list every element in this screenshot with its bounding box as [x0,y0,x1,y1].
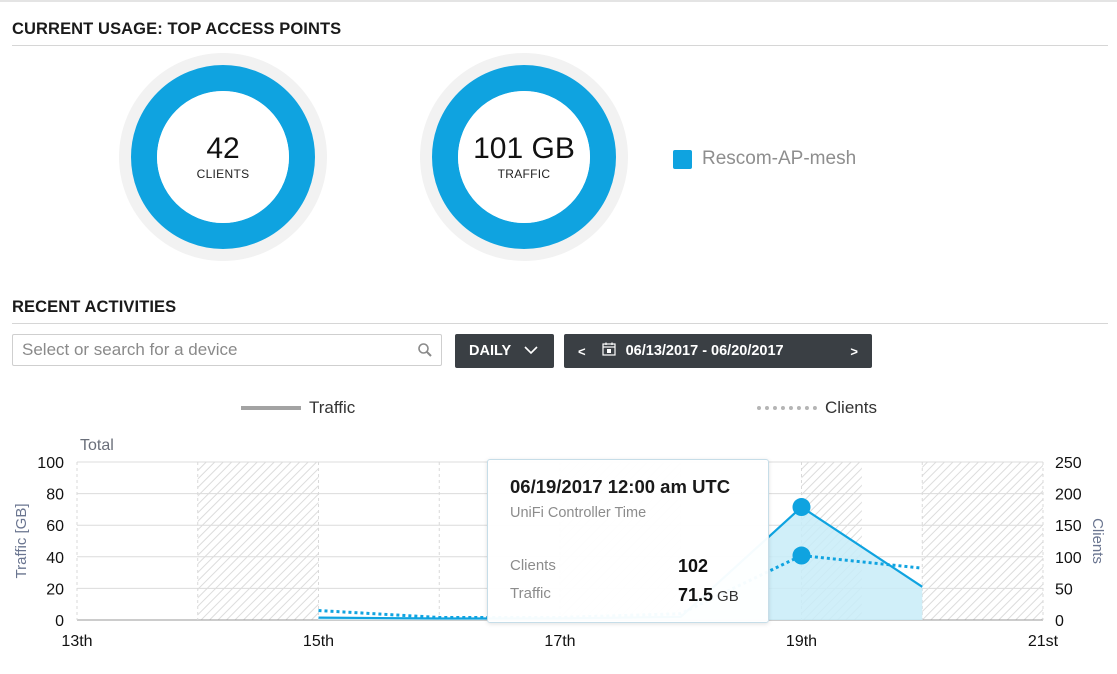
x-tick-label: 15th [303,633,334,650]
y-left-tick-label: 0 [55,613,64,630]
period-label: DAILY [469,343,512,359]
clients-label: CLIENTS [196,167,250,181]
device-search-box[interactable] [12,334,442,366]
y-right-tick-label: 150 [1055,518,1082,535]
period-dropdown[interactable]: DAILY [455,334,554,368]
x-tick-label: 19th [786,633,817,650]
clients-point [792,546,811,565]
top-divider [0,0,1117,2]
chart-title: Total [80,437,114,454]
tooltip-clients-value: 102 [678,556,709,576]
y-left-tick-label: 60 [46,518,64,535]
dotted-line-swatch [757,406,817,410]
chevron-down-icon [523,343,539,359]
traffic-label: TRAFFIC [497,167,551,181]
legend-clients[interactable]: Clients [757,398,877,418]
date-range-picker[interactable]: < 06/13/2017 - 06/20/2017 > [564,334,872,368]
traffic-amount: 101 GB [473,132,575,165]
clients-donut[interactable]: 42 CLIENTS [118,52,328,262]
y-right-tick-label: 200 [1055,487,1082,504]
current-usage-title: CURRENT USAGE: TOP ACCESS POINTS [12,20,342,38]
tooltip-traffic-label: Traffic [510,585,551,602]
tooltip-subtitle: UniFi Controller Time [510,505,647,521]
chart-tooltip: 06/19/2017 12:00 am UTC UniFi Controller… [487,459,769,623]
hatched-region [922,462,1043,620]
prev-range-button[interactable]: < [564,344,600,359]
x-tick-label: 13th [61,633,92,650]
hatched-region [197,462,319,620]
section-divider [12,45,1108,46]
search-icon[interactable] [417,342,433,363]
device-search-input[interactable] [13,335,412,365]
x-tick-label: 21st [1028,633,1059,650]
ap-legend-item[interactable]: Rescom-AP-mesh [673,148,856,170]
clients-count: 42 [206,132,240,165]
y-right-tick-label: 250 [1055,455,1082,472]
y-left-axis-label: Traffic [GB] [13,503,30,578]
legend-traffic[interactable]: Traffic [241,398,355,418]
y-right-tick-label: 0 [1055,613,1064,630]
tooltip-traffic-number: 71.5 [678,585,714,605]
tooltip-clients-label: Clients [510,557,556,574]
y-left-tick-label: 80 [46,487,64,504]
traffic-donut[interactable]: 101 GB TRAFFIC [419,52,629,262]
y-left-tick-label: 40 [46,550,64,567]
solid-line-swatch [241,406,301,410]
ap-color-swatch [673,149,692,169]
section-divider [12,323,1108,324]
tooltip-traffic-unit: GB [717,588,739,605]
x-tick-label: 17th [544,633,575,650]
y-right-axis-label: Clients [1089,518,1106,564]
legend-traffic-label: Traffic [309,398,356,417]
date-range-label: 06/13/2017 - 06/20/2017 [625,343,784,359]
y-right-tick-label: 100 [1055,550,1082,567]
y-left-tick-label: 20 [46,581,64,598]
tooltip-date: 06/19/2017 12:00 am UTC [510,476,731,497]
ap-legend-label: Rescom-AP-mesh [702,148,857,169]
calendar-icon [601,342,616,360]
y-left-tick-label: 100 [37,455,64,472]
tooltip-traffic-value: 71.5 GB [678,585,739,606]
y-right-tick-label: 50 [1055,581,1073,598]
next-range-button[interactable]: > [836,344,872,359]
recent-activities-title: RECENT ACTIVITIES [12,298,177,316]
legend-clients-label: Clients [825,398,877,417]
traffic-point [792,498,811,517]
